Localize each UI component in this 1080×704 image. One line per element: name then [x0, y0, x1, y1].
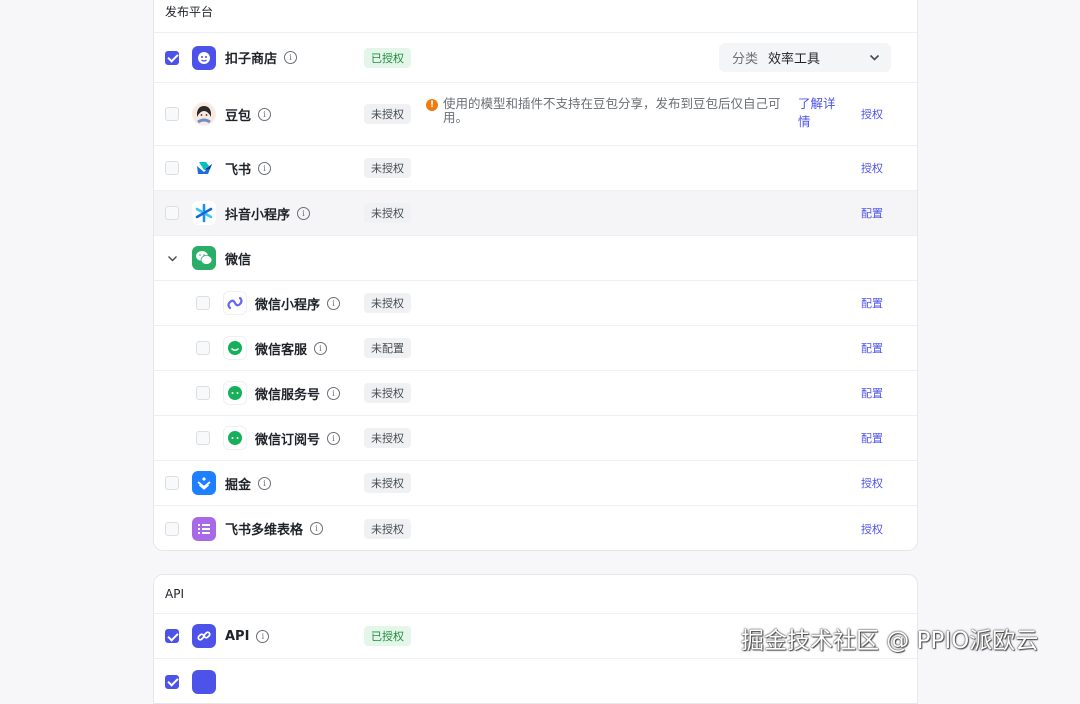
platform-row-juejin: 掘金 i 未授权 授权 [154, 461, 917, 506]
checkbox[interactable] [165, 50, 179, 65]
checkbox[interactable] [165, 521, 179, 536]
checkbox[interactable] [196, 341, 210, 355]
platform-name: 豆包 i [225, 105, 272, 124]
feishu-bitable-icon [192, 516, 216, 541]
section-title: API [154, 575, 917, 614]
checkbox[interactable] [165, 476, 179, 490]
checkbox[interactable] [196, 296, 210, 310]
configure-button[interactable]: 配置 [861, 205, 883, 221]
platform-name: 微信订阅号 i [255, 429, 341, 448]
coze-store-icon [192, 45, 216, 70]
platform-name: 微信服务号 i [255, 384, 341, 403]
status-badge: 未授权 [364, 383, 411, 403]
platform-name: 微信 [225, 252, 252, 268]
platform-row-partial [154, 659, 917, 703]
app-icon [192, 669, 216, 694]
platform-row-feishu-bitable: 飞书多维表格 i 未授权 授权 [154, 506, 917, 550]
checkbox[interactable] [196, 386, 210, 400]
watermark: 掘金技术社区 @ PPIO派欧云 [741, 628, 1039, 654]
platform-row-wechat-service-account: 微信服务号 i 未授权 配置 [154, 371, 917, 416]
info-icon[interactable]: i [258, 161, 272, 175]
platform-name: 扣子商店 i [225, 48, 298, 67]
platform-row-feishu: 飞书 i 未授权 授权 [154, 146, 917, 191]
platform-name: 飞书多维表格 i [225, 519, 324, 538]
checkbox[interactable] [165, 629, 179, 643]
status-badge: 未授权 [364, 428, 411, 448]
wechat-service-account-icon [223, 381, 247, 405]
wechat-miniprogram-icon [223, 291, 247, 315]
status-badge: 未授权 [364, 293, 411, 313]
category-label: 分类 [732, 52, 759, 67]
platform-row-doubao: 豆包 i 未授权 ! 使用的模型和插件不支持在豆包分享，发布到豆包后仅自己可用。… [154, 83, 917, 146]
info-icon[interactable]: i [258, 476, 272, 490]
platform-name: 掘金 i [225, 474, 272, 493]
publish-platform-card: 发布平台 扣子商店 i 已授权 分类 效率工具 豆包 i 未授权 ! 使用的模型… [153, 0, 918, 551]
configure-button[interactable]: 配置 [861, 385, 883, 401]
learn-more-link[interactable]: 了解详情 [798, 95, 842, 131]
platform-name: API i [225, 629, 270, 644]
configure-button[interactable]: 配置 [861, 340, 883, 356]
status-badge: 未配置 [364, 338, 411, 358]
authorize-button[interactable]: 授权 [861, 160, 883, 176]
juejin-icon [192, 471, 216, 495]
platform-name: 微信客服 i [255, 339, 328, 358]
info-icon[interactable]: i [310, 522, 324, 535]
chevron-down-icon [869, 54, 880, 61]
chevron-down-icon[interactable] [166, 252, 179, 265]
info-icon[interactable]: i [297, 206, 311, 220]
info-icon[interactable]: i [327, 386, 341, 400]
wechat-subscription-icon [223, 426, 247, 450]
warning-message: ! 使用的模型和插件不支持在豆包分享，发布到豆包后仅自己可用。 [426, 97, 786, 125]
configure-button[interactable]: 配置 [861, 295, 883, 311]
category-select[interactable]: 分类 效率工具 [719, 43, 891, 72]
link-icon [192, 624, 216, 648]
authorize-button[interactable]: 授权 [861, 106, 883, 122]
platform-row-wechat-customer-service: 微信客服 i 未配置 配置 [154, 326, 917, 371]
platform-row-coze-store: 扣子商店 i 已授权 分类 效率工具 [154, 33, 917, 83]
doubao-avatar-icon [192, 102, 216, 126]
platform-name: 抖音小程序 i [225, 204, 311, 223]
status-badge: 已授权 [364, 626, 411, 646]
status-badge: 未授权 [364, 158, 411, 178]
feishu-icon [192, 156, 216, 180]
status-badge: 未授权 [364, 104, 411, 124]
category-value: 效率工具 [768, 52, 821, 67]
checkbox[interactable] [196, 431, 210, 445]
wechat-customer-service-icon [223, 336, 247, 360]
platform-row-douyin-miniapp: 抖音小程序 i 未授权 配置 [154, 191, 917, 236]
checkbox[interactable] [165, 206, 179, 220]
authorize-button[interactable]: 授权 [861, 521, 883, 537]
platform-group-wechat[interactable]: 微信 [154, 236, 917, 281]
configure-button[interactable]: 配置 [861, 430, 883, 446]
authorize-button[interactable]: 授权 [861, 475, 883, 491]
platform-name: 微信小程序 i [255, 294, 341, 313]
status-badge: 未授权 [364, 203, 411, 223]
section-title: 发布平台 [154, 0, 917, 33]
info-icon[interactable]: i [327, 296, 341, 310]
info-icon[interactable]: i [258, 107, 272, 121]
status-badge: 未授权 [364, 473, 411, 493]
platform-name: 飞书 i [225, 159, 272, 178]
warning-icon: ! [426, 99, 438, 111]
checkbox[interactable] [165, 107, 179, 121]
info-icon[interactable]: i [284, 51, 298, 64]
checkbox[interactable] [165, 161, 179, 175]
warning-text: 使用的模型和插件不支持在豆包分享，发布到豆包后仅自己可用。 [443, 96, 781, 125]
status-badge: 已授权 [364, 47, 411, 68]
platform-row-wechat-subscription: 微信订阅号 i 未授权 配置 [154, 416, 917, 461]
info-icon[interactable]: i [327, 431, 341, 445]
platform-row-wechat-miniprogram: 微信小程序 i 未授权 配置 [154, 281, 917, 326]
info-icon[interactable]: i [256, 629, 270, 643]
info-icon[interactable]: i [314, 341, 328, 355]
checkbox[interactable] [165, 674, 179, 689]
wechat-icon [192, 246, 216, 270]
douyin-miniapp-icon [192, 201, 216, 225]
status-badge: 未授权 [364, 518, 411, 539]
